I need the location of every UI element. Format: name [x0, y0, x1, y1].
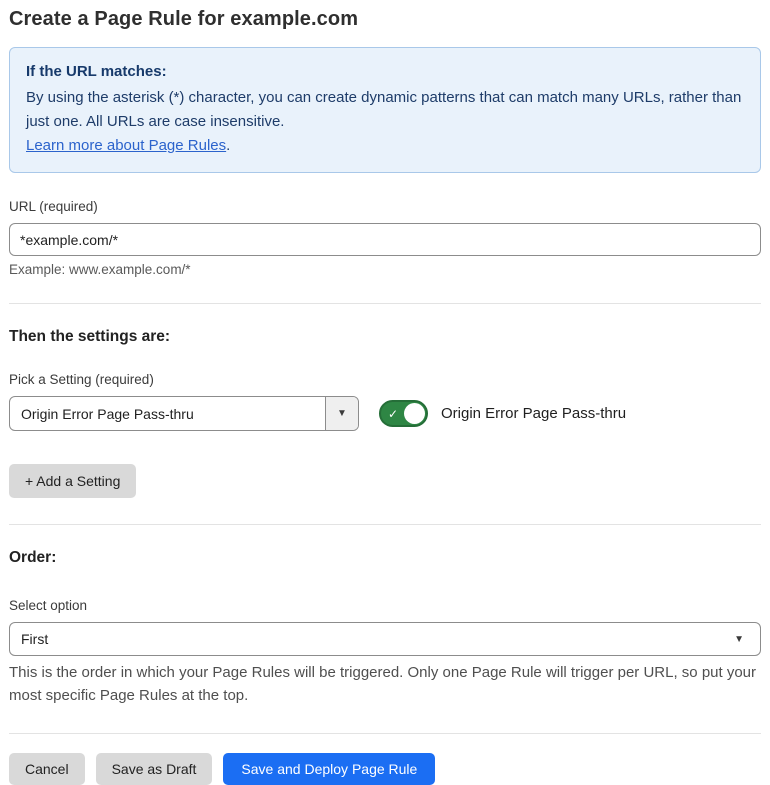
info-box-heading: If the URL matches: — [26, 63, 167, 80]
setting-select[interactable]: Origin Error Page Pass-thru ▼ — [9, 396, 359, 431]
order-label-row: Select option — [9, 598, 761, 613]
learn-more-link[interactable]: Learn more about Page Rules — [26, 137, 226, 154]
info-box-body: By using the asterisk (*) character, you… — [26, 89, 742, 130]
setting-toggle-label: Origin Error Page Pass-thru — [441, 405, 627, 422]
setting-toggle[interactable]: ✓ — [379, 400, 428, 427]
save-and-deploy-button[interactable]: Save and Deploy Page Rule — [223, 753, 436, 785]
save-as-draft-button[interactable]: Save as Draft — [95, 753, 213, 785]
divider — [9, 303, 761, 304]
url-field-helper: Example: www.example.com/* — [9, 262, 191, 277]
order-section-heading: Order: — [9, 549, 57, 566]
check-icon: ✓ — [388, 406, 399, 421]
setting-row: Origin Error Page Pass-thru ▼ ✓ Origin E… — [9, 396, 761, 431]
page-title: Create a Page Rule for example.com — [9, 8, 359, 30]
order-select-label: Select option — [9, 598, 88, 613]
setting-select-dropdown-button[interactable]: ▼ — [325, 397, 358, 430]
info-box-link-line: Learn more about Page Rules. — [26, 134, 744, 158]
toggle-knob — [404, 403, 425, 424]
picker-label: Pick a Setting (required) — [9, 372, 154, 387]
picker-label-row: Pick a Setting (required) — [9, 372, 761, 387]
setting-toggle-wrap: ✓ Origin Error Page Pass-thru — [379, 400, 626, 427]
chevron-down-icon: ▼ — [337, 407, 347, 419]
footer-actions: Cancel Save as Draft Save and Deploy Pag… — [9, 753, 761, 785]
divider — [9, 524, 761, 525]
link-suffix: . — [226, 137, 231, 154]
url-section: URL (required) Example: www.example.com/… — [9, 199, 761, 277]
chevron-down-icon: ▼ — [734, 634, 744, 645]
divider — [9, 733, 761, 734]
order-select-value: First — [21, 631, 49, 647]
cancel-button[interactable]: Cancel — [9, 753, 85, 785]
url-match-info-box: If the URL matches: By using the asteris… — [9, 47, 761, 173]
page-rule-form: Create a Page Rule for example.com If th… — [0, 0, 770, 785]
setting-select-value: Origin Error Page Pass-thru — [21, 405, 194, 422]
url-input[interactable] — [9, 223, 761, 256]
url-field-label: URL (required) — [9, 199, 98, 214]
order-helper-text: This is the order in which your Page Rul… — [9, 664, 757, 704]
add-setting-button[interactable]: + Add a Setting — [9, 464, 137, 498]
settings-section-heading: Then the settings are: — [9, 328, 171, 345]
order-select[interactable]: First ▼ — [9, 622, 761, 656]
